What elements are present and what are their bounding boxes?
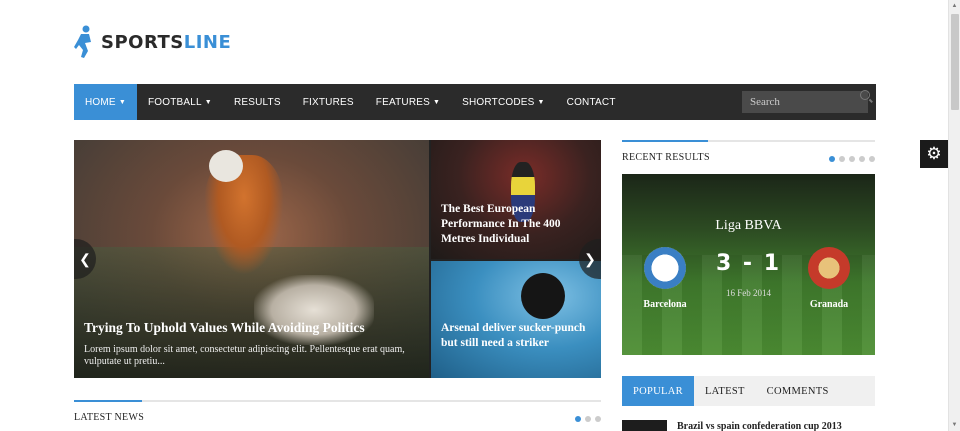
pager-dot[interactable]: [585, 416, 591, 422]
away-team-crest: [808, 247, 850, 289]
pager-dot[interactable]: [595, 416, 601, 422]
latest-news-label: LATEST NEWS: [74, 412, 145, 423]
recent-results-label: RECENT RESULTS: [622, 152, 710, 163]
slide-side-bottom-title[interactable]: Arsenal deliver sucker-punch but still n…: [441, 321, 596, 351]
chevron-down-icon: ▼: [204, 98, 212, 106]
posts-tabs: POPULAR LATEST COMMENTS: [622, 376, 875, 406]
scrollbar-thumb[interactable]: [951, 14, 959, 110]
gear-icon: ⚙: [926, 144, 942, 163]
tab-popular[interactable]: POPULAR: [622, 376, 694, 406]
scroll-up-arrow-icon[interactable]: ▲: [949, 0, 960, 12]
nav-item-results[interactable]: RESULTS: [223, 84, 292, 120]
chevron-left-icon: ❮: [79, 250, 91, 267]
nav-item-home[interactable]: HOME ▼: [74, 84, 137, 120]
site-logo[interactable]: SPORTSLINE: [73, 24, 231, 60]
runner-logo-icon: [74, 25, 91, 58]
recent-results-pager: [829, 156, 875, 162]
main-navigation: HOME ▼ FOOTBALL ▼ RESULTS FIXTURES FEATURE…: [74, 84, 876, 120]
page-scrollbar[interactable]: ▲ ▼: [948, 0, 960, 431]
pager-dot[interactable]: [829, 156, 835, 162]
nav-item-shortcodes[interactable]: SHORTCODES ▼: [451, 84, 556, 120]
search-icon[interactable]: [860, 90, 870, 100]
slide-main-helmet-shape: [209, 150, 243, 182]
search-placeholder: Search: [750, 96, 780, 108]
slide-side-bottom-image: [521, 273, 565, 319]
chevron-down-icon: ▼: [432, 98, 441, 106]
logo-text: SPORTSLINE: [101, 31, 232, 53]
slide-side-top-title[interactable]: The Best European Performance In The 400…: [441, 202, 596, 247]
chevron-down-icon: ▼: [537, 98, 545, 106]
slide-main-description: Lorem ipsum dolor sit amet, consectetur …: [84, 344, 405, 367]
featured-slider: Trying To Uphold Values While Avoiding P…: [74, 140, 601, 378]
nav-item-features[interactable]: FEATURES ▼: [365, 84, 451, 120]
style-switcher-button[interactable]: ⚙: [920, 140, 948, 168]
match-date: 16 Feb 2014: [726, 288, 771, 298]
search-input[interactable]: Search: [742, 91, 868, 113]
recent-results-header: RECENT RESULTS: [622, 140, 875, 163]
chevron-down-icon: ▼: [118, 98, 126, 106]
pager-dot[interactable]: [849, 156, 855, 162]
match-result-card[interactable]: Liga BBVA 3 - 1 16 Feb 2014 Barcelona Gr…: [622, 174, 875, 355]
tab-comments[interactable]: COMMENTS: [756, 376, 840, 406]
nav-item-fixtures[interactable]: FIXTURES: [292, 84, 365, 120]
section-accent-bar: [622, 140, 708, 142]
latest-news-header: LATEST NEWS: [74, 400, 601, 423]
away-team-name: Granada: [809, 299, 849, 310]
pager-dot[interactable]: [575, 416, 581, 422]
pager-dot[interactable]: [869, 156, 875, 162]
latest-news-pager: [575, 416, 601, 422]
slide-side-top[interactable]: The Best European Performance In The 400…: [429, 140, 601, 259]
slide-main[interactable]: Trying To Uphold Values While Avoiding P…: [74, 140, 429, 378]
slide-main-title[interactable]: Trying To Uphold Values While Avoiding P…: [84, 320, 414, 336]
tab-latest[interactable]: LATEST: [694, 376, 756, 406]
popular-post-title[interactable]: Brazil vs spain confederation cup 2013: [677, 421, 842, 431]
nav-item-contact[interactable]: CONTACT: [556, 84, 627, 120]
section-accent-bar: [74, 400, 142, 402]
pager-dot[interactable]: [839, 156, 845, 162]
scroll-down-arrow-icon[interactable]: ▼: [949, 419, 960, 431]
nav-item-football[interactable]: FOOTBALL ▼: [137, 84, 223, 120]
home-team-name: Barcelona: [643, 299, 687, 310]
chevron-right-icon: ❯: [584, 250, 596, 267]
popular-post-thumbnail[interactable]: [622, 420, 667, 431]
league-name: Liga BBVA: [715, 218, 782, 233]
pager-dot[interactable]: [859, 156, 865, 162]
slide-side-bottom[interactable]: Arsenal deliver sucker-punch but still n…: [429, 259, 601, 378]
